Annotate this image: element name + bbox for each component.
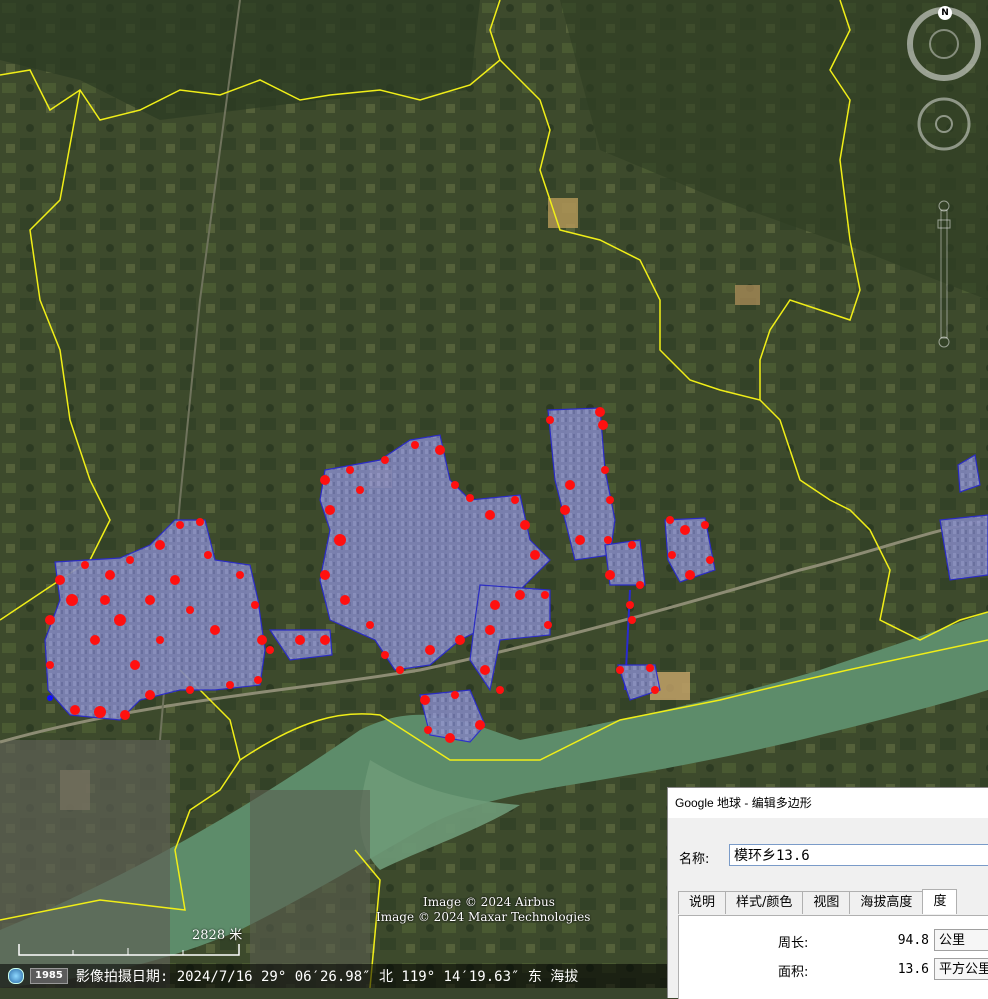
- imagery-credit-airbus: Image © 2024 Airbus: [423, 895, 555, 909]
- area-label: 面积:: [778, 965, 809, 980]
- look-joystick-icon[interactable]: [916, 96, 972, 152]
- tab-altitude[interactable]: 海拔高度: [849, 891, 924, 914]
- perimeter-unit-select[interactable]: 公里: [934, 929, 988, 951]
- zoom-slider[interactable]: [936, 200, 952, 348]
- area-value: 13.6: [897, 962, 929, 977]
- tab-description[interactable]: 说明: [678, 891, 727, 914]
- name-input[interactable]: 模环乡13.6: [729, 844, 988, 866]
- globe-icon[interactable]: [8, 968, 24, 984]
- perimeter-value: 94.8: [897, 933, 929, 948]
- perimeter-label: 周长:: [778, 936, 809, 951]
- dialog-title[interactable]: Google 地球 - 编辑多边形: [668, 788, 988, 818]
- edit-polygon-dialog: Google 地球 - 编辑多边形 名称: 模环乡13.6 说明 样式/颜色 视…: [667, 787, 988, 999]
- imagery-credit-maxar: Image © 2024 Maxar Technologies: [376, 910, 591, 924]
- tab-measurements[interactable]: 度: [922, 889, 958, 914]
- scale-label: 2828 米: [192, 928, 243, 943]
- status-bar: 1985 影像拍摄日期: 2024/7/16 29° 06′26.98″ 北 1…: [0, 964, 680, 988]
- north-icon[interactable]: N: [938, 6, 952, 20]
- name-label: 名称:: [679, 852, 710, 867]
- name-row: 名称: 模环乡13.6: [668, 843, 988, 869]
- area-unit-select[interactable]: 平方公里: [934, 958, 988, 980]
- historical-imagery-year[interactable]: 1985: [30, 968, 68, 984]
- dialog-tabs: 说明 样式/颜色 视图 海拔高度 度: [678, 889, 958, 915]
- tab-view[interactable]: 视图: [802, 891, 851, 914]
- scale-bar: [18, 944, 240, 956]
- tab-style-color[interactable]: 样式/颜色: [725, 891, 804, 914]
- measurements-panel: 周长: 94.8 公里 面积: 13.6 平方公里: [678, 915, 988, 999]
- status-text: 影像拍摄日期: 2024/7/16 29° 06′26.98″ 北 119° 1…: [75, 969, 579, 985]
